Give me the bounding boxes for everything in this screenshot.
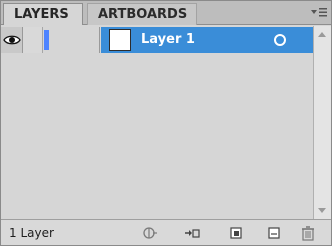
scroll-up-icon[interactable] [318, 32, 326, 37]
layer-count: 1 Layer [9, 226, 54, 240]
tab-artboards[interactable]: ARTBOARDS [87, 3, 197, 25]
layers-list-empty-area [1, 53, 313, 219]
layer-color-swatch [44, 30, 49, 50]
target-icon[interactable] [274, 34, 286, 46]
visibility-toggle[interactable] [1, 27, 23, 53]
lock-toggle[interactable] [23, 27, 43, 53]
make-clipping-mask-icon[interactable] [183, 224, 201, 242]
eye-icon [3, 35, 21, 45]
layers-panel: LAYERS ARTBOARDS Layer 1 1 Layer [0, 0, 332, 246]
delete-selection-icon[interactable] [299, 224, 317, 242]
tab-layers[interactable]: LAYERS [3, 3, 83, 25]
locate-object-icon[interactable] [141, 224, 159, 242]
scroll-down-icon[interactable] [318, 208, 326, 213]
layer-row[interactable]: Layer 1 [1, 27, 331, 53]
tab-bar: LAYERS ARTBOARDS [1, 1, 331, 25]
layer-thumbnail [109, 29, 131, 51]
create-new-layer-icon[interactable] [265, 224, 283, 242]
scrollbar[interactable] [313, 26, 331, 219]
panel-footer: 1 Layer [1, 219, 331, 245]
layer-indent-area [50, 27, 100, 53]
panel-menu-icon[interactable] [309, 5, 329, 21]
layer-selected-row[interactable]: Layer 1 [101, 27, 313, 53]
create-new-sublayer-icon[interactable] [227, 224, 245, 242]
layer-name[interactable]: Layer 1 [141, 27, 195, 53]
